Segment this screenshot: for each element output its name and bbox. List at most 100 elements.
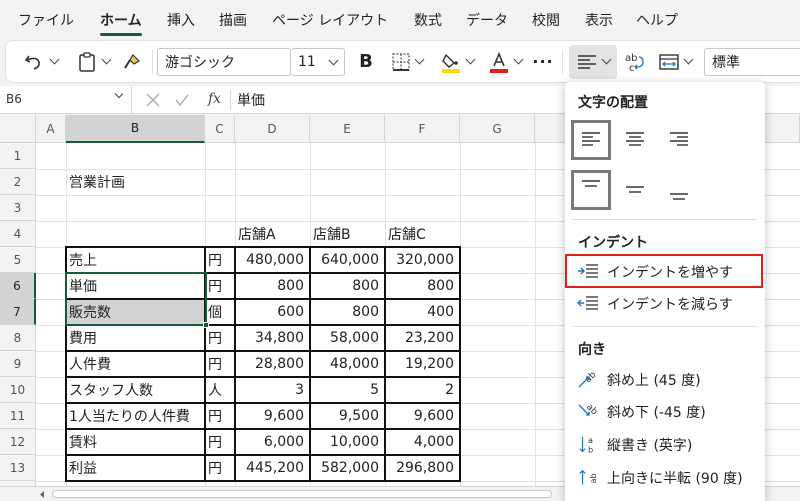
header-store-b[interactable]: 店舗B: [310, 221, 351, 247]
row-unit[interactable]: 円: [205, 325, 222, 351]
row-header-11[interactable]: 11: [0, 403, 36, 429]
rotate-up-item[interactable]: ab 上向きに半転 (90 度): [565, 463, 765, 493]
row-header-1[interactable]: 1: [0, 143, 36, 169]
row-header-9[interactable]: 9: [0, 351, 36, 377]
cell-store-c[interactable]: 800: [385, 273, 460, 299]
formula-input[interactable]: 単価: [237, 90, 265, 110]
row-unit[interactable]: 人: [205, 377, 222, 403]
cell-store-c[interactable]: 2: [385, 377, 460, 403]
fill-color-button[interactable]: [434, 41, 480, 82]
row-header-5[interactable]: 5: [0, 247, 36, 273]
row-label[interactable]: 費用: [66, 325, 97, 351]
font-name-select[interactable]: 游ゴシック: [157, 48, 291, 76]
row-header-3[interactable]: 3: [0, 195, 36, 221]
format-painter-button[interactable]: [118, 41, 146, 82]
row-label[interactable]: 人件費: [66, 351, 111, 377]
enter-icon[interactable]: [174, 92, 190, 108]
menu-file[interactable]: ファイル: [18, 10, 74, 30]
cell-store-b[interactable]: 10,000: [310, 429, 385, 455]
cell-store-b[interactable]: 58,000: [310, 325, 385, 351]
font-color-button[interactable]: [482, 41, 528, 82]
insert-function-button[interactable]: fx: [208, 91, 221, 107]
cell-store-a[interactable]: 480,000: [235, 247, 310, 273]
cell-store-b[interactable]: 48,000: [310, 351, 385, 377]
more-options-button[interactable]: ···: [530, 41, 556, 82]
menu-data[interactable]: データ: [466, 10, 508, 30]
decrease-indent-item[interactable]: インデントを減らす: [565, 289, 765, 319]
row-header-12[interactable]: 12: [0, 429, 36, 455]
orient-up-item[interactable]: ab 斜め上 (45 度): [565, 365, 765, 395]
menu-formulas[interactable]: 数式: [414, 10, 442, 30]
menu-help[interactable]: ヘルプ: [636, 10, 678, 30]
cell-store-a[interactable]: 800: [235, 273, 310, 299]
row-header-6[interactable]: 6: [0, 273, 36, 299]
row-unit[interactable]: 円: [205, 273, 222, 299]
align-bottom-button[interactable]: [659, 170, 699, 210]
cell-store-a[interactable]: 600: [235, 299, 310, 325]
scroll-left-icon[interactable]: [38, 490, 46, 499]
row-header-2[interactable]: 2: [0, 169, 36, 195]
font-size-select[interactable]: 11: [291, 48, 345, 76]
align-middle-button[interactable]: [615, 170, 655, 210]
col-header-b[interactable]: B: [66, 115, 205, 143]
menu-home[interactable]: ホーム: [100, 10, 142, 30]
col-header-f[interactable]: F: [385, 115, 460, 143]
merge-center-button[interactable]: [652, 41, 698, 82]
cell-store-a[interactable]: 3: [235, 377, 310, 403]
row-label[interactable]: 売上: [66, 247, 97, 273]
menu-draw[interactable]: 描画: [219, 10, 247, 30]
row-unit[interactable]: 円: [205, 351, 222, 377]
row-unit[interactable]: 円: [205, 455, 222, 481]
select-all-corner[interactable]: [0, 115, 36, 143]
cell-store-b[interactable]: 640,000: [310, 247, 385, 273]
row-header-13[interactable]: 13: [0, 455, 36, 481]
cell-store-a[interactable]: 9,600: [235, 403, 310, 429]
cell-store-b[interactable]: 800: [310, 273, 385, 299]
menu-view[interactable]: 表示: [585, 10, 613, 30]
sheet-title-cell[interactable]: 営業計画: [66, 169, 125, 195]
cell-store-a[interactable]: 34,800: [235, 325, 310, 351]
row-label[interactable]: 1人当たりの人件費: [66, 403, 190, 429]
cell-store-c[interactable]: 19,200: [385, 351, 460, 377]
row-unit[interactable]: 円: [205, 403, 222, 429]
cell-store-c[interactable]: 9,600: [385, 403, 460, 429]
col-header-a[interactable]: A: [36, 115, 66, 143]
menu-review[interactable]: 校閲: [532, 10, 560, 30]
row-header-7[interactable]: 7: [0, 299, 36, 325]
row-label[interactable]: スタッフ人数: [66, 377, 153, 403]
cell-store-c[interactable]: 4,000: [385, 429, 460, 455]
col-header-g[interactable]: G: [460, 115, 535, 143]
menu-insert[interactable]: 挿入: [167, 10, 195, 30]
row-header-8[interactable]: 8: [0, 325, 36, 351]
cell-store-a[interactable]: 445,200: [235, 455, 310, 481]
cell-store-c[interactable]: 400: [385, 299, 460, 325]
cell-store-b[interactable]: 800: [310, 299, 385, 325]
orient-down-item[interactable]: ab 斜め下 (-45 度): [565, 397, 765, 427]
paste-button[interactable]: [70, 41, 116, 82]
align-top-button[interactable]: [571, 170, 611, 210]
menu-page-layout[interactable]: ページ レイアウト: [272, 10, 388, 30]
row-unit[interactable]: 円: [205, 247, 222, 273]
header-store-a[interactable]: 店舗A: [235, 221, 276, 247]
wrap-text-button[interactable]: ab c: [620, 41, 648, 82]
col-header-d[interactable]: D: [235, 115, 310, 143]
cell-store-c[interactable]: 23,200: [385, 325, 460, 351]
align-right-button[interactable]: [659, 120, 699, 160]
number-format-select[interactable]: 標準: [704, 48, 800, 76]
cell-store-a[interactable]: 28,800: [235, 351, 310, 377]
align-left-button[interactable]: [571, 120, 611, 160]
col-header-c[interactable]: C: [205, 115, 235, 143]
name-box[interactable]: B6: [0, 86, 132, 113]
cell-store-a[interactable]: 6,000: [235, 429, 310, 455]
row-label[interactable]: 利益: [66, 455, 97, 481]
cancel-icon[interactable]: [145, 92, 161, 108]
cell-store-c[interactable]: 320,000: [385, 247, 460, 273]
cell-store-c[interactable]: 296,800: [385, 455, 460, 481]
cell-store-b[interactable]: 582,000: [310, 455, 385, 481]
row-label[interactable]: 賃料: [66, 429, 97, 455]
align-center-button[interactable]: [615, 120, 655, 160]
cell-store-b[interactable]: 9,500: [310, 403, 385, 429]
col-header-e[interactable]: E: [310, 115, 385, 143]
header-store-c[interactable]: 店舗C: [385, 221, 426, 247]
row-unit[interactable]: 円: [205, 429, 222, 455]
